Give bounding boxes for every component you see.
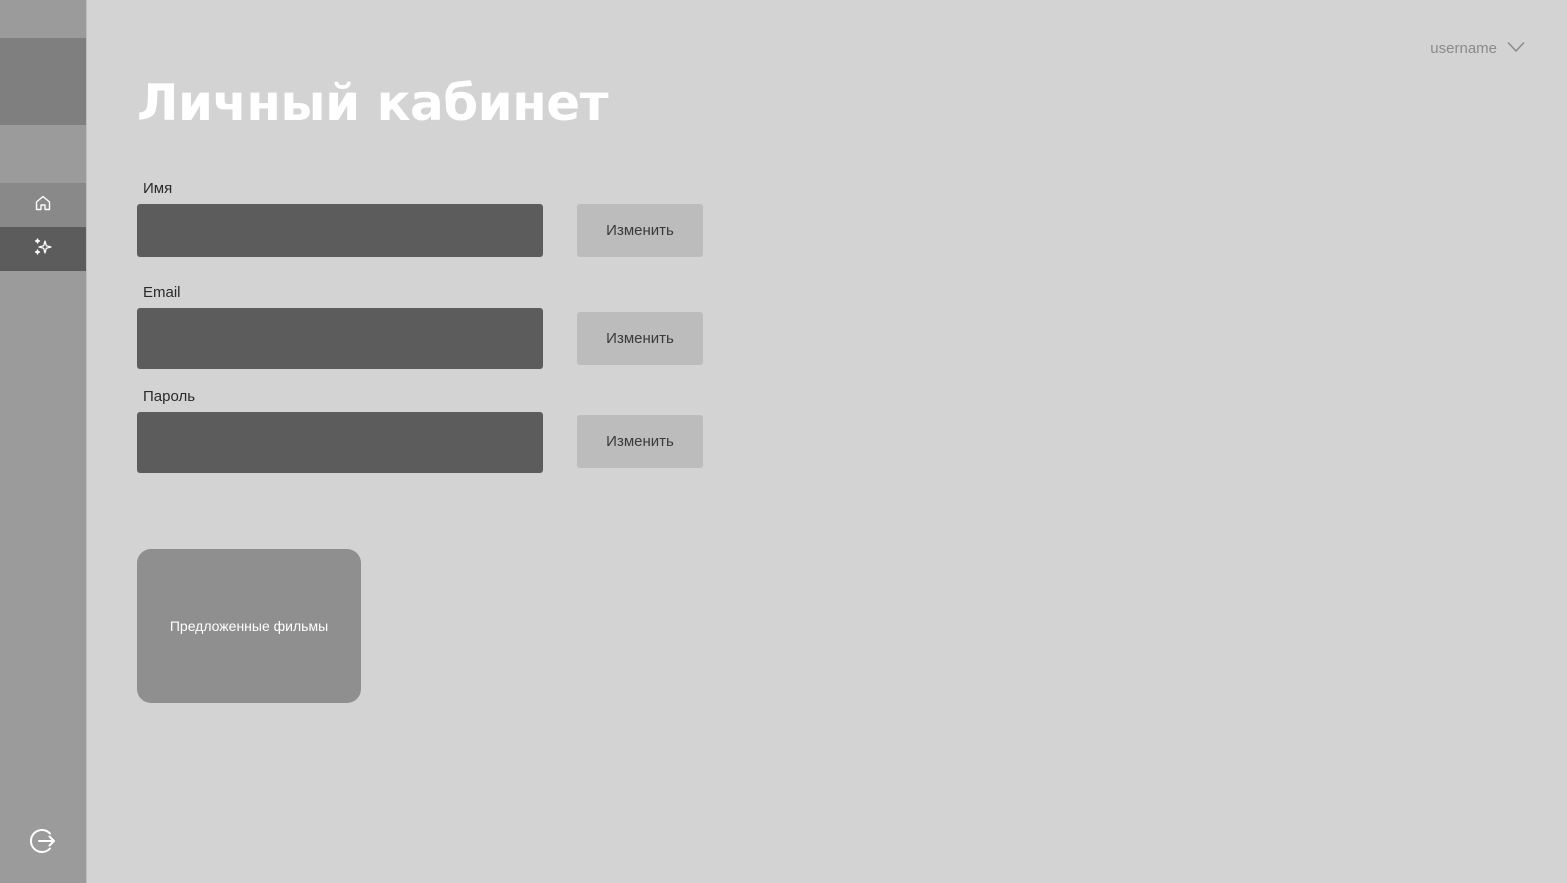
chevron-down-icon — [1507, 40, 1525, 57]
suggested-films-button[interactable]: Предложенные фильмы — [137, 549, 361, 703]
home-icon — [34, 194, 52, 217]
sidebar-item-recommendations[interactable] — [0, 227, 86, 271]
change-password-button[interactable]: Изменить — [577, 415, 703, 468]
sidebar-logo-placeholder[interactable] — [0, 38, 86, 125]
password-field[interactable] — [137, 412, 543, 473]
sparkles-icon — [33, 237, 53, 262]
sidebar — [0, 0, 87, 883]
page: username Личный кабинет Имя Изменить Ema… — [0, 0, 1567, 883]
username-label: username — [1430, 39, 1497, 57]
password-field-label: Пароль — [143, 388, 196, 405]
sidebar-item-home[interactable] — [0, 183, 86, 227]
user-menu[interactable]: username — [1430, 38, 1525, 58]
name-field-label: Имя — [143, 180, 173, 197]
page-title: Личный кабинет — [137, 74, 609, 132]
email-field[interactable] — [137, 308, 543, 369]
suggested-films-label: Предложенные фильмы — [169, 618, 329, 634]
logout-icon — [28, 826, 58, 861]
change-email-button[interactable]: Изменить — [577, 312, 703, 365]
logout-button[interactable] — [0, 823, 86, 863]
change-name-button[interactable]: Изменить — [577, 204, 703, 257]
email-field-label: Email — [143, 284, 181, 301]
name-field[interactable] — [137, 204, 543, 257]
